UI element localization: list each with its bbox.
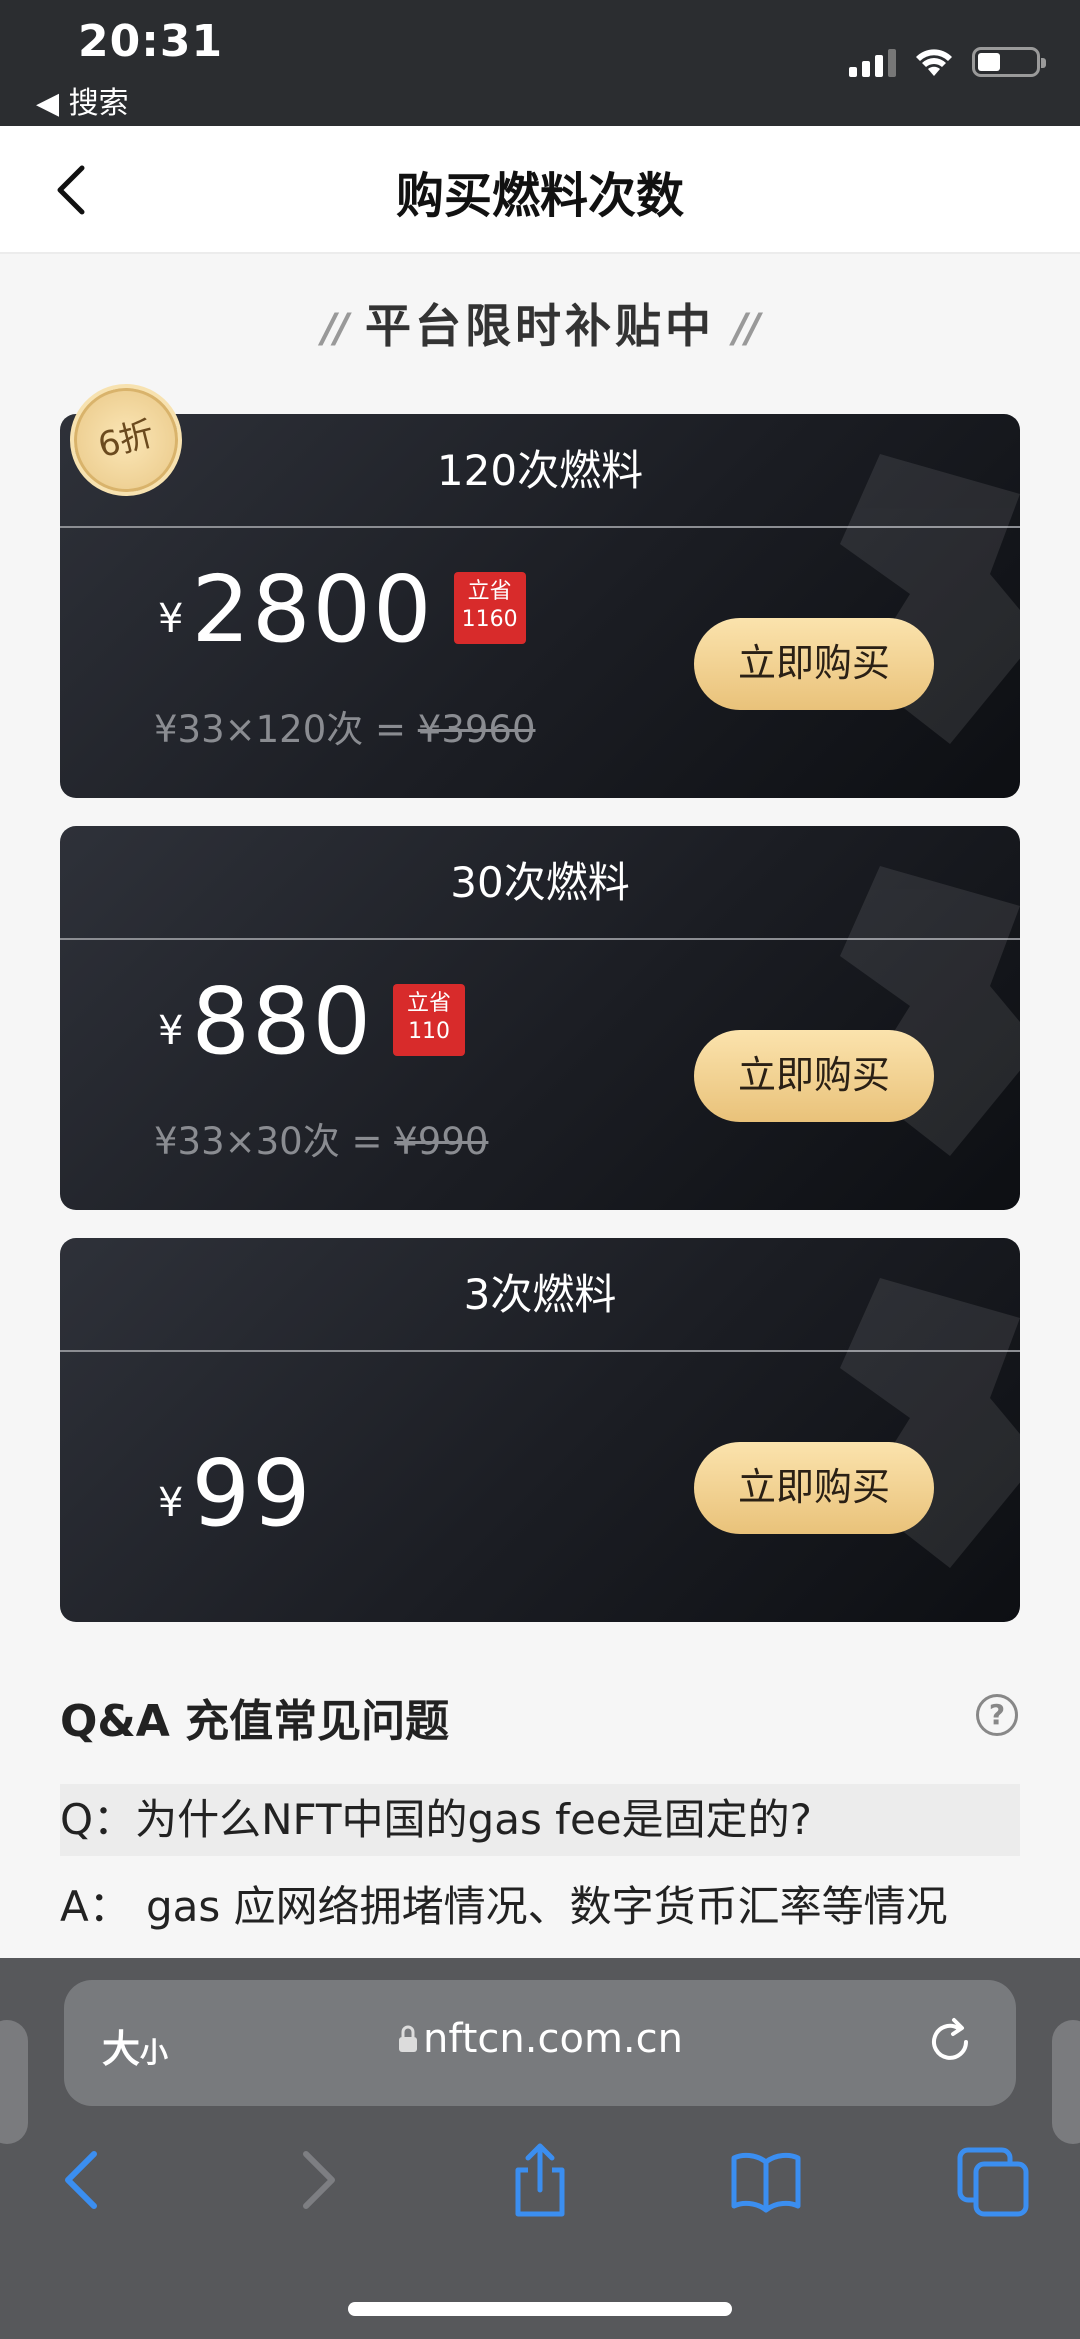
status-back-to-search[interactable]: ◀ 搜索 xyxy=(36,78,129,122)
original-price: ¥990 xyxy=(394,1120,489,1163)
forward-nav-icon[interactable] xyxy=(276,2140,356,2220)
cellular-signal-icon xyxy=(849,47,896,77)
price: ¥ 99 xyxy=(158,1448,313,1540)
answer-label: A： xyxy=(60,1882,131,1931)
share-icon[interactable] xyxy=(500,2140,580,2220)
currency-symbol: ¥ xyxy=(158,1480,184,1526)
fuel-package-card-3: 3次燃料 ¥ 99 立即购买 xyxy=(60,1238,1020,1622)
bookmarks-icon[interactable] xyxy=(726,2140,806,2220)
url-text: nftcn.com.cn xyxy=(423,2016,683,2062)
price-formula: ¥33×30次 = ¥990 xyxy=(154,1111,488,1165)
nav-bar: 购买燃料次数 xyxy=(0,126,1080,254)
formula-text: ¥33×30次 = xyxy=(154,1120,395,1163)
formula-text: ¥33×120次 = xyxy=(154,708,418,751)
subtitle-deco-right: // xyxy=(733,306,760,352)
price-amount: 880 xyxy=(191,968,374,1075)
faq-answer: A： gas 应网络拥堵情况、数字货币汇率等情况 xyxy=(60,1876,1020,1938)
price-amount: 2800 xyxy=(191,556,434,663)
fuel-package-card-30: 30次燃料 ¥ 880 立省 110 ¥33×30次 = ¥990 立即购买 xyxy=(60,826,1020,1210)
save-badge: 立省 1160 xyxy=(453,572,526,644)
qa-section-title: Q&A 充值常见问题 xyxy=(60,1696,450,1747)
page-title: 购买燃料次数 xyxy=(395,168,684,224)
question-label: Q： xyxy=(60,1795,136,1844)
price-formula: ¥33×120次 = ¥3960 xyxy=(154,699,535,753)
buy-now-button[interactable]: 立即购买 xyxy=(694,618,934,710)
help-icon[interactable]: ? xyxy=(976,1694,1018,1736)
currency-symbol: ¥ xyxy=(158,1008,184,1054)
url-field[interactable]: nftcn.com.cn xyxy=(64,2016,1016,2062)
subtitle-text: 平台限时补贴中 xyxy=(365,299,715,353)
reload-icon[interactable] xyxy=(920,2012,980,2072)
wifi-icon xyxy=(916,49,952,76)
subtitle-deco-left: // xyxy=(321,306,349,352)
status-indicators xyxy=(849,46,1046,78)
save-badge-amount: 1160 xyxy=(461,607,518,632)
status-time: 20:31 xyxy=(78,16,224,67)
buy-now-button[interactable]: 立即购买 xyxy=(694,1030,934,1122)
fuel-package-card-120: 120次燃料 ¥ 2800 立省 1160 ¥33×120次 = ¥3960 立… xyxy=(60,414,1020,798)
save-badge-amount: 110 xyxy=(408,1019,451,1044)
buy-now-button[interactable]: 立即购买 xyxy=(694,1442,934,1534)
address-bar[interactable]: 大小 nftcn.com.cn xyxy=(64,1980,1016,2106)
promo-subtitle: // 平台限时补贴中 // xyxy=(0,290,1080,356)
save-badge-label: 立省 xyxy=(467,579,512,604)
currency-symbol: ¥ xyxy=(158,596,184,642)
save-badge: 立省 110 xyxy=(393,984,466,1056)
faq-question[interactable]: Q：为什么NFT中国的gas fee是固定的? xyxy=(60,1784,1020,1856)
home-indicator xyxy=(348,2302,732,2316)
answer-text: gas 应网络拥堵情况、数字货币汇率等情况 xyxy=(146,1882,948,1931)
question-text: 为什么NFT中国的gas fee是固定的? xyxy=(135,1795,812,1844)
battery-icon xyxy=(972,47,1046,77)
status-bar: 20:31 ◀ 搜索 xyxy=(0,0,1080,126)
lock-icon xyxy=(399,2025,418,2052)
original-price: ¥3960 xyxy=(417,708,536,751)
tabs-icon[interactable] xyxy=(954,2140,1034,2220)
previous-tab-preview[interactable] xyxy=(0,2020,28,2144)
price: ¥ 2800 立省 1160 xyxy=(158,564,526,656)
back-nav-icon[interactable] xyxy=(44,2140,124,2220)
price: ¥ 880 立省 110 xyxy=(158,968,466,1075)
save-badge-label: 立省 xyxy=(407,991,452,1016)
price-amount: 99 xyxy=(191,1440,313,1547)
next-tab-preview[interactable] xyxy=(1052,2020,1080,2144)
